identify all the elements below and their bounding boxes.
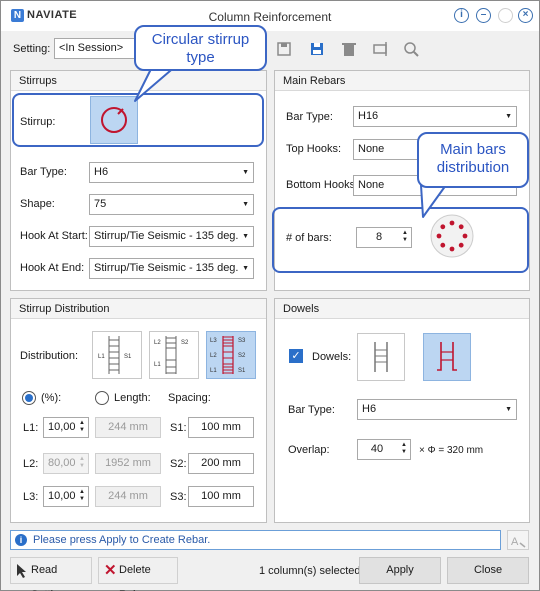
dist3-l1: L1 [210,368,217,374]
callout-main-bars-distribution: Main bars distribution [417,132,529,188]
spinner-arrows-icon[interactable]: ▲ ▼ [79,420,85,434]
s2-spacing-field[interactable]: 200 mm [188,453,254,474]
l2-length-field: 1952 mm [95,453,161,474]
dist1-l1: L1 [98,354,105,360]
hook-end-value: Stirrup/Tie Seismic - 135 deg. [94,262,239,274]
hook-end-label: Hook At End: [20,262,85,274]
l3-length-value: 244 mm [108,490,148,502]
distribution-uniform-icon: L1 S1 [98,336,132,374]
l3-percent-spinner[interactable]: 10,00 ▲ ▼ [43,486,89,507]
spinner-arrows-icon[interactable]: ▲ ▼ [79,489,85,503]
s1-spacing-field[interactable]: 100 mm [188,417,254,438]
top-hooks-value: None [358,143,385,155]
dowel-type-2-button[interactable] [423,333,471,381]
delete-x-icon: ✕ [104,562,117,579]
callout-stirrup-type: Circular stirrup type [134,25,267,71]
stirrup-distribution-title: Stirrup Distribution [11,299,266,319]
dowel-bar-type-value: H6 [362,403,377,415]
distribution-three-zone-icon: L3 S3 L2 S2 L1 S1 [210,336,246,374]
s3-label: S3: [170,491,187,503]
svg-text:A: A [511,536,519,548]
l3-length-field: 244 mm [95,486,161,507]
dist2-l1: L1 [154,362,161,368]
hook-end-select[interactable]: Stirrup/Tie Seismic - 135 deg. ▼ [89,258,254,279]
apply-button[interactable]: Apply [359,557,441,584]
spacing-label: Spacing: [168,392,211,404]
dowel-hooked-icon [437,342,457,371]
column-reinforcement-window: N NAVIATE Column Reinforcement i – × Set… [0,0,540,591]
dowel-type-1-button[interactable] [357,333,405,381]
status-message: Please press Apply to Create Rebar. [33,534,211,546]
distribution-label: Distribution: [20,350,79,362]
dowel-bar-type-select[interactable]: H6 ▼ [357,399,517,420]
length-radio[interactable] [95,391,109,405]
distribution-option-3-button[interactable]: L3 S3 L2 S2 L1 S1 [206,331,256,379]
chevron-down-icon: ▼ [242,265,249,272]
s2-label: S2: [170,458,187,470]
distribution-option-2-button[interactable]: L2 S2 L1 [149,331,199,379]
dist3-s2: S2 [238,353,246,359]
delete-rebar-label: Delete Rebar [119,564,151,591]
selection-info: 1 column(s) selected. [259,565,364,577]
percent-label: (%): [41,392,62,404]
close-button[interactable]: Close [447,557,529,584]
dist3-l3: L3 [210,338,217,344]
s3-spacing-value: 100 mm [201,490,241,502]
cursor-icon [17,564,26,578]
dowel-straight-icon [374,342,388,372]
dowels-title: Dowels [275,299,529,319]
read-setting-button[interactable]: Read Setting [10,557,92,591]
l3-percent-value: 10,00 [48,490,76,502]
s1-spacing-value: 100 mm [201,421,241,433]
dist3-s3: S3 [238,338,246,344]
status-message-bar: i Please press Apply to Create Rebar. [10,530,501,550]
overlap-formula: × Φ = 320 mm [419,445,484,456]
s3-spacing-field[interactable]: 100 mm [188,486,254,507]
l1-percent-spinner[interactable]: 10,00 ▲ ▼ [43,417,89,438]
l2-label: L2: [23,458,39,470]
overlap-label: Overlap: [288,444,330,456]
chevron-down-icon: ▼ [505,406,512,413]
l2-percent-spinner: 80,00 ▲ ▼ [43,453,89,474]
dist2-l2: L2 [154,340,161,346]
overlap-value: 40 [370,443,384,455]
s2-spacing-value: 200 mm [201,457,241,469]
dist3-s1: S1 [238,368,246,374]
length-label: Length: [114,392,151,404]
callout-pointer-stirrup [134,64,178,102]
clear-message-icon: A [511,536,526,548]
read-setting-label: Read Setting [31,564,65,591]
l1-label: L1: [23,422,39,434]
distribution-option-1-button[interactable]: L1 S1 [92,331,142,379]
s1-label: S1: [170,422,187,434]
dist1-s1: S1 [124,354,132,360]
percent-radio[interactable] [22,391,36,405]
dowels-checkbox[interactable]: ✓ [289,349,303,363]
l3-label: L3: [23,491,39,503]
distribution-two-zone-icon: L2 S2 L1 [154,336,189,374]
l2-length-value: 1952 mm [105,457,151,469]
dowel-bar-type-label: Bar Type: [288,404,335,416]
delete-rebar-button[interactable]: ✕ Delete Rebar [98,557,178,591]
spinner-arrows-icon[interactable]: ▲ ▼ [401,442,407,456]
dist3-l2: L2 [210,353,217,359]
clear-status-button: A [507,530,529,550]
dist2-s2: S2 [181,340,189,346]
l1-length-value: 244 mm [108,421,148,433]
overlap-spinner[interactable]: 40 ▲ ▼ [357,439,411,460]
l1-length-field: 244 mm [95,417,161,438]
l2-percent-value: 80,00 [48,457,76,469]
info-icon: i [15,534,27,546]
dowels-label: Dowels: [312,351,352,363]
top-hooks-label: Top Hooks: [286,143,342,155]
l1-percent-value: 10,00 [48,421,76,433]
spinner-arrows-icon: ▲ ▼ [79,456,85,469]
